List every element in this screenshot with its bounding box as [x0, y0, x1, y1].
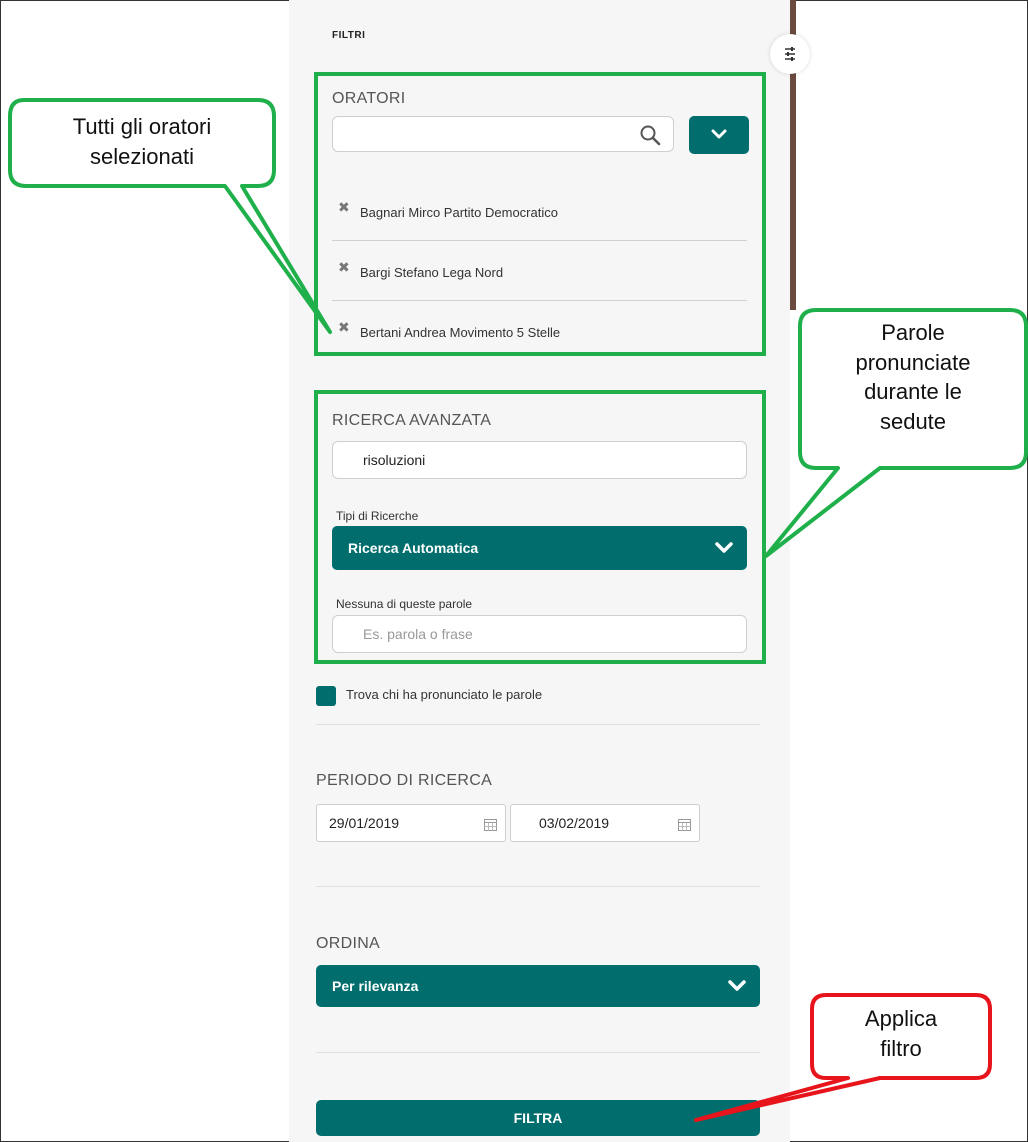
applica-callout-text: Applica filtro [864, 1006, 938, 1061]
oratori-callout-text: Tutti gli oratori selezionati [72, 114, 212, 169]
parole-callout-text: Parole pronunciate durante le sedute [855, 320, 971, 435]
